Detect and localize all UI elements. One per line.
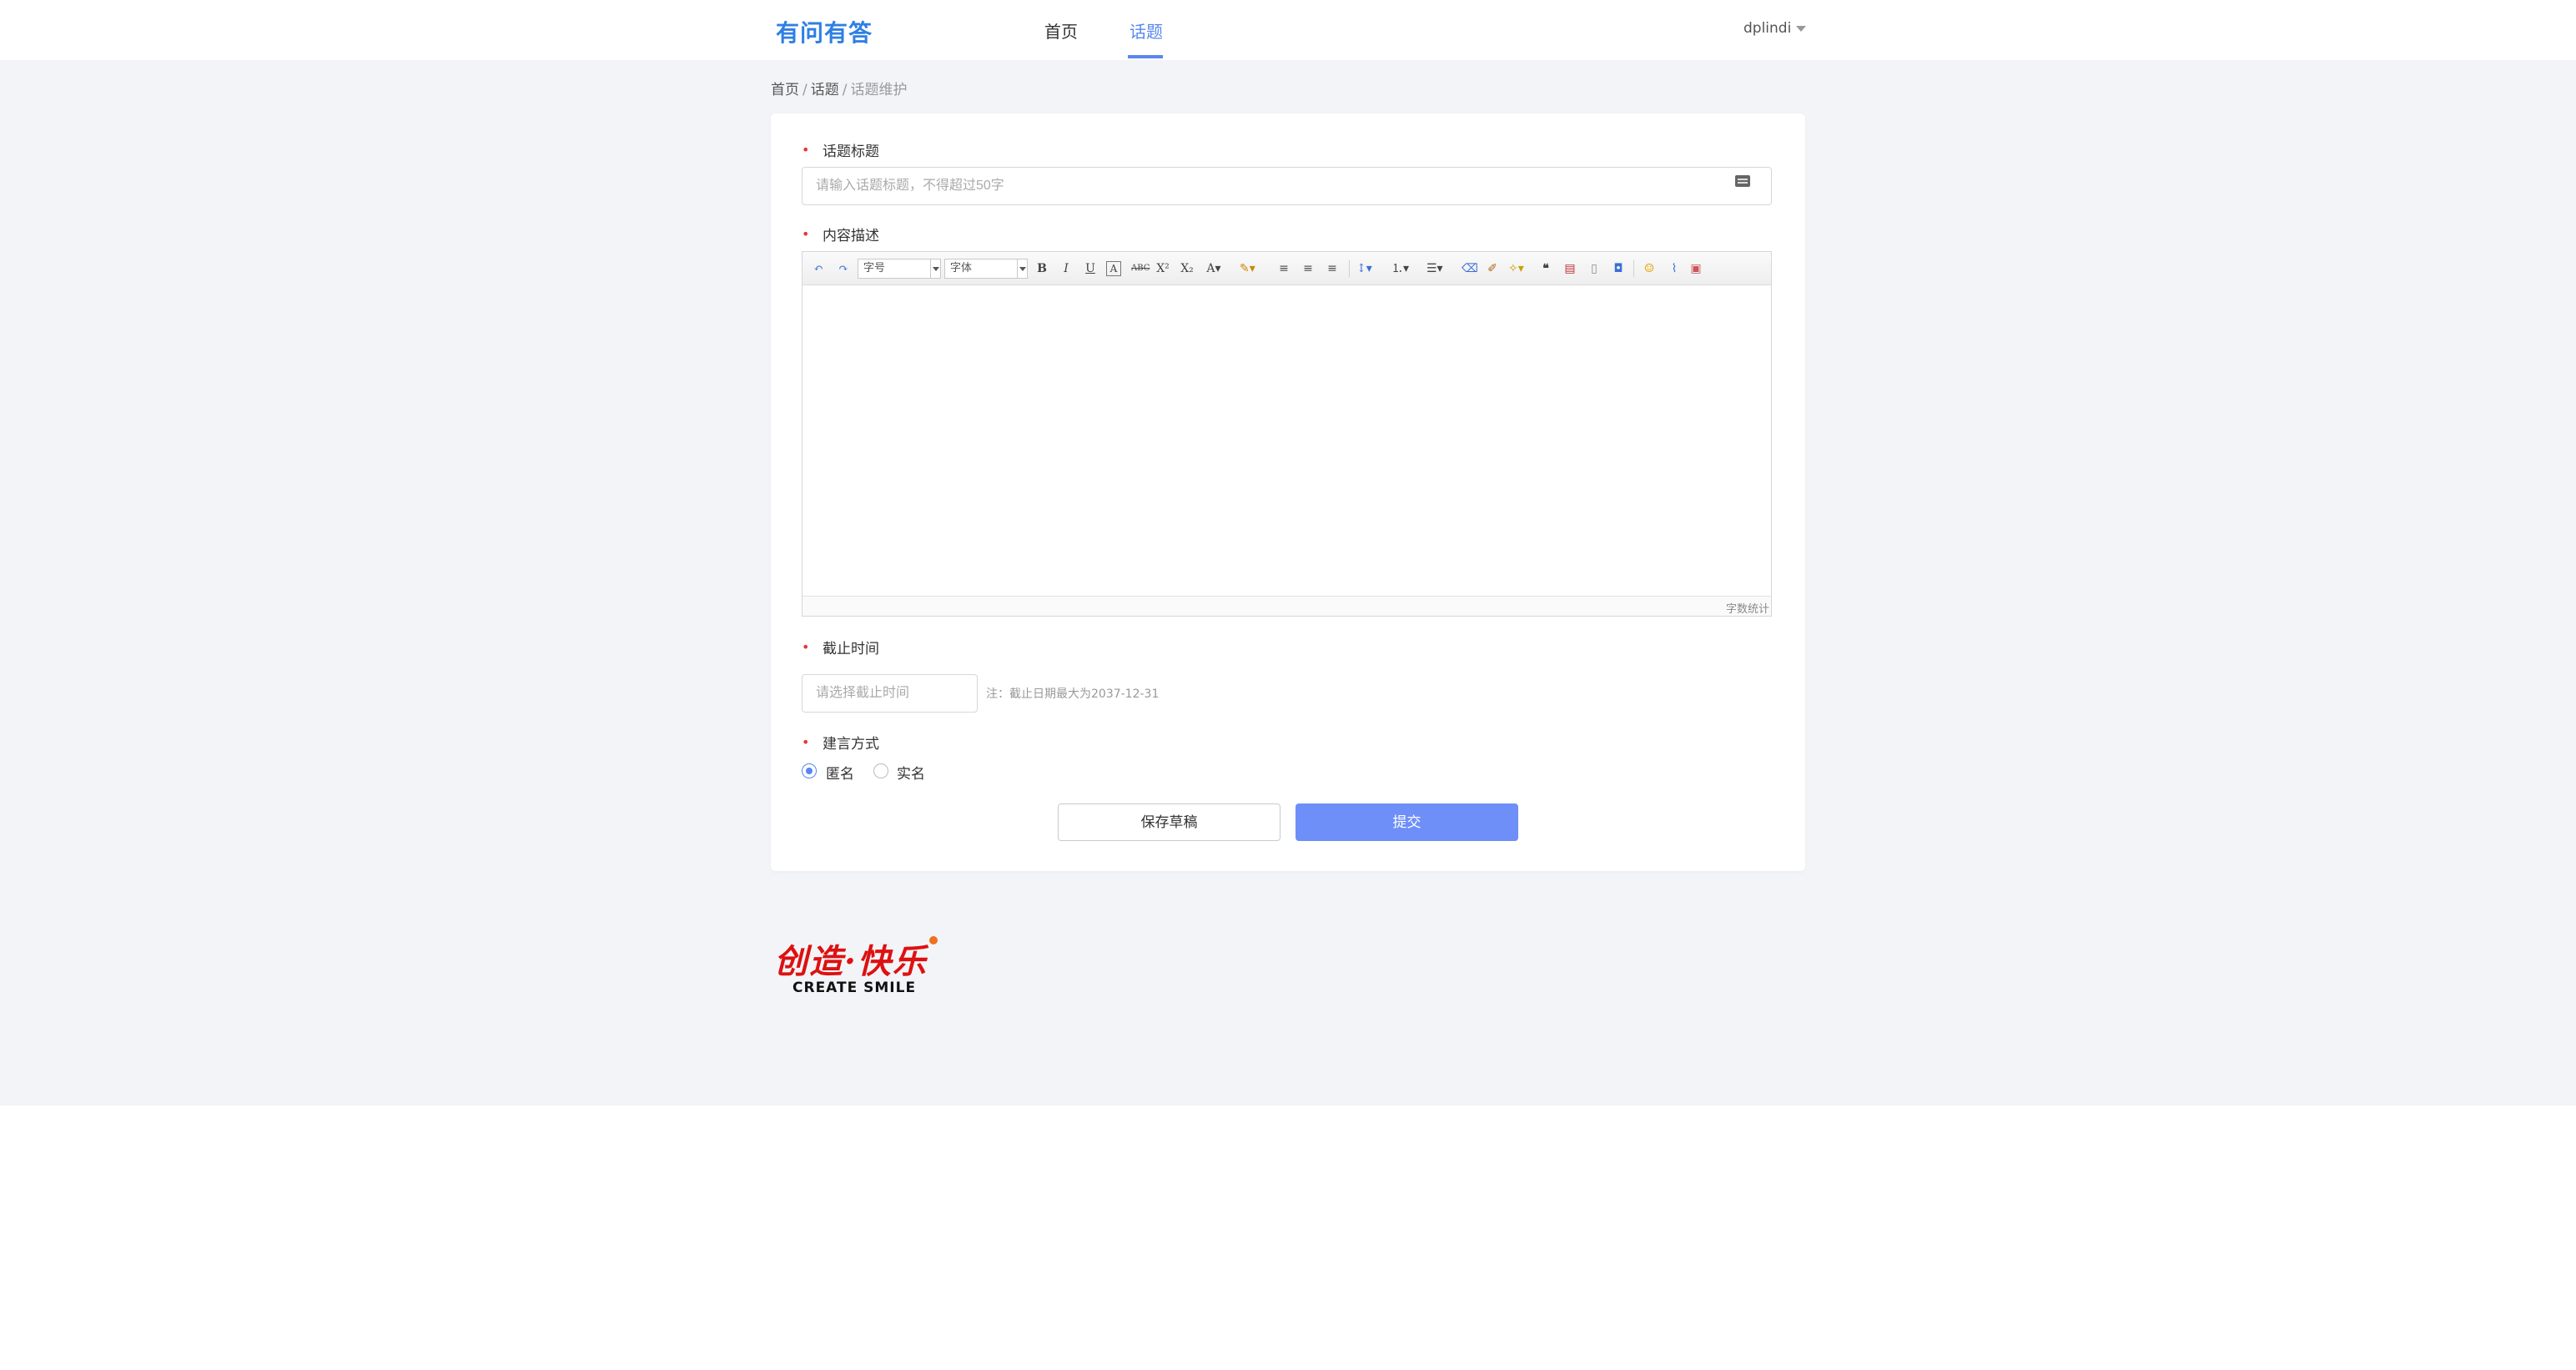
- nav-home[interactable]: 首页: [1044, 18, 1078, 43]
- chevron-down-icon: [930, 259, 940, 278]
- font-family-select[interactable]: 字体: [944, 259, 1028, 279]
- format-brush-icon[interactable]: ✐: [1485, 261, 1500, 276]
- title-input[interactable]: [802, 167, 1772, 205]
- editor-toolbar: ↶ ↷ 字号 字体 B I U A ABC X² X₂ A▾ ✎▾ ≡ ≡ ≡ …: [802, 252, 1771, 285]
- ordered-list-icon[interactable]: ⒈▾: [1391, 261, 1409, 276]
- align-center-icon[interactable]: ≡: [1301, 261, 1316, 276]
- attachment-icon[interactable]: ⌇: [1667, 261, 1682, 276]
- font-color-icon[interactable]: A▾: [1206, 261, 1221, 276]
- site-logo[interactable]: 有问有答: [776, 15, 873, 48]
- deadline-note: 注：截止日期最大为2037-12-31: [986, 688, 1160, 701]
- slogan-english: CREATE SMILE: [792, 980, 917, 996]
- highlight-color-icon[interactable]: ✎▾: [1240, 261, 1255, 276]
- user-menu[interactable]: dplindi: [1743, 20, 1807, 37]
- slogan-dot: [929, 936, 938, 944]
- blockquote-icon[interactable]: ❝: [1538, 261, 1553, 276]
- underline-icon[interactable]: U: [1083, 261, 1098, 276]
- breadcrumb: 首页 / 话题 / 话题维护: [771, 78, 907, 98]
- strikethrough-icon[interactable]: ABC: [1131, 261, 1150, 276]
- undo-icon[interactable]: ↶: [811, 261, 826, 276]
- footer-slogan-logo: 创造·快乐 CREATE SMILE: [771, 934, 943, 998]
- toolbar-separator: [1633, 260, 1634, 277]
- breadcrumb-topics[interactable]: 话题: [811, 82, 839, 98]
- breadcrumb-separator: /: [802, 82, 808, 98]
- align-right-icon[interactable]: ≡: [1325, 261, 1340, 276]
- submit-button[interactable]: 提交: [1296, 803, 1518, 841]
- page-bottom: [0, 1106, 2576, 1370]
- toolbar-separator: [1349, 260, 1350, 277]
- align-left-icon[interactable]: ≡: [1276, 261, 1291, 276]
- title-label: 话题标题: [823, 144, 879, 160]
- chevron-down-icon: [1017, 259, 1027, 278]
- auto-format-icon[interactable]: ✧▾: [1508, 261, 1524, 276]
- superscript-icon[interactable]: X²: [1155, 261, 1170, 276]
- keyboard-icon[interactable]: [1735, 175, 1750, 187]
- emoji-icon[interactable]: ☺: [1642, 261, 1657, 276]
- paste-icon[interactable]: ▤: [1562, 261, 1577, 276]
- font-family-select-label: 字体: [950, 262, 973, 275]
- nav-active-indicator: [1128, 55, 1163, 58]
- line-height-icon[interactable]: ↕▾: [1356, 261, 1372, 276]
- content-label: 内容描述: [823, 228, 879, 244]
- username: dplindi: [1743, 20, 1792, 37]
- page-icon[interactable]: ▯: [1587, 261, 1602, 276]
- breadcrumb-home[interactable]: 首页: [771, 82, 799, 98]
- editor-content-area[interactable]: [802, 286, 1771, 597]
- font-border-icon[interactable]: A: [1106, 261, 1121, 276]
- breadcrumb-separator: /: [842, 82, 848, 98]
- real-name-radio-label[interactable]: 实名: [897, 762, 925, 783]
- italic-icon[interactable]: I: [1059, 261, 1074, 276]
- real-name-radio[interactable]: [873, 763, 888, 778]
- required-marker: •: [802, 734, 810, 750]
- redo-icon[interactable]: ↷: [836, 261, 851, 276]
- rich-text-editor: ↶ ↷ 字号 字体 B I U A ABC X² X₂ A▾ ✎▾ ≡ ≡ ≡ …: [802, 251, 1772, 617]
- subscript-icon[interactable]: X₂: [1180, 261, 1195, 276]
- bold-icon[interactable]: B: [1034, 261, 1049, 276]
- deadline-label: 截止时间: [823, 641, 879, 657]
- breadcrumb-current: 话题维护: [850, 82, 908, 98]
- chevron-down-icon: [1796, 25, 1807, 32]
- editor-status-bar: 字数统计: [802, 596, 1771, 616]
- anonymous-radio[interactable]: [802, 763, 817, 778]
- deadline-input[interactable]: [802, 674, 978, 713]
- font-size-select[interactable]: 字号: [858, 259, 941, 279]
- required-marker: •: [802, 639, 810, 655]
- word-count: 字数统计: [1725, 603, 1769, 616]
- nav-topics[interactable]: 话题: [1130, 18, 1163, 43]
- unordered-list-icon[interactable]: ☰▾: [1426, 261, 1443, 276]
- font-size-select-label: 字号: [863, 262, 886, 275]
- anchor-icon[interactable]: ◘: [1611, 261, 1626, 276]
- required-marker: •: [802, 142, 810, 158]
- image-icon[interactable]: ▣: [1688, 261, 1703, 276]
- slogan-chinese: 创造·快乐: [774, 942, 928, 981]
- anonymous-radio-label[interactable]: 匿名: [826, 762, 854, 783]
- eraser-icon[interactable]: ⌫: [1462, 261, 1478, 276]
- speech-mode-label: 建言方式: [823, 736, 879, 753]
- top-navbar: 有问有答 首页 话题 dplindi: [0, 0, 2576, 60]
- required-marker: •: [802, 226, 810, 242]
- save-draft-button[interactable]: 保存草稿: [1058, 803, 1280, 841]
